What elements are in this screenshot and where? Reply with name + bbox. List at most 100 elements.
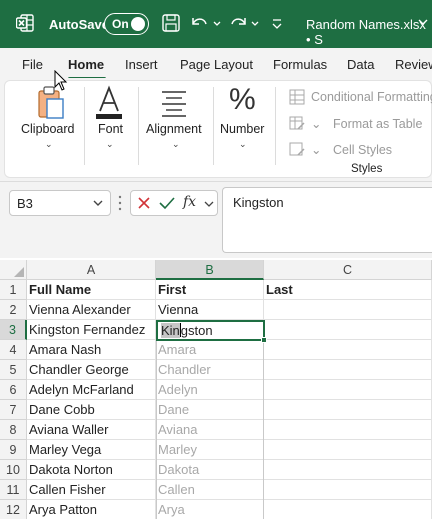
select-all-button[interactable] <box>0 260 27 280</box>
number-format-icon[interactable]: % <box>229 83 256 117</box>
cell-b1[interactable]: First <box>156 280 264 300</box>
chevron-down-icon[interactable] <box>208 12 230 34</box>
tab-file[interactable]: File <box>22 57 43 72</box>
conditional-formatting-icon <box>289 89 305 105</box>
cancel-icon[interactable] <box>137 196 151 210</box>
chevron-down-icon[interactable] <box>92 198 104 208</box>
column-header-c[interactable]: C <box>264 260 432 280</box>
cell-b2[interactable]: Vienna <box>156 300 264 320</box>
title-separator: • <box>306 32 311 47</box>
format-as-table-text: Format as Table <box>333 117 423 131</box>
more-options-icon[interactable] <box>117 194 123 212</box>
row-header[interactable]: 12 <box>0 500 27 519</box>
cell-a2[interactable]: Vienna Alexander <box>27 300 156 320</box>
customize-toolbar-icon[interactable] <box>266 12 288 34</box>
cell-styles-text: Cell Styles <box>333 143 393 157</box>
row-header[interactable]: 8 <box>0 420 27 440</box>
cell-c4[interactable] <box>264 340 432 360</box>
row-header[interactable]: 5 <box>0 360 27 380</box>
alignment-label[interactable]: Alignment <box>146 122 202 136</box>
conditional-formatting-label: Conditional Formatting <box>311 90 432 104</box>
worksheet-grid: A B C 1 Full Name First Last 2 Vienna Alexand… <box>0 258 432 519</box>
tab-formulas[interactable]: Formulas <box>273 57 327 72</box>
tab-data[interactable]: Data <box>347 57 374 72</box>
cell-a3[interactable]: Kingston Fernandez <box>27 320 156 340</box>
cell-a6[interactable]: Adelyn McFarland <box>27 380 156 400</box>
number-label[interactable]: Number <box>220 122 264 136</box>
cell-styles-label: Cell Styles ⌄ <box>311 143 393 157</box>
autosave-state: On <box>112 17 129 31</box>
toggle-knob <box>131 17 145 31</box>
cell-a5[interactable]: Chandler George <box>27 360 156 380</box>
enter-icon[interactable] <box>159 196 175 210</box>
tab-insert[interactable]: Insert <box>125 57 158 72</box>
undo-icon[interactable] <box>188 12 210 34</box>
chevron-down-icon[interactable]: ⌄ <box>106 139 114 150</box>
cell-c2[interactable] <box>264 300 432 320</box>
row-header[interactable]: 7 <box>0 400 27 420</box>
tab-page-layout[interactable]: Page Layout <box>180 57 253 72</box>
filename: Random Names.xlsx <box>306 17 426 32</box>
cell-a12[interactable]: Arya Patton <box>27 500 156 519</box>
group-divider <box>275 87 276 165</box>
cell-c7[interactable] <box>264 400 432 420</box>
chevron-down-icon[interactable]: ⌄ <box>45 139 53 150</box>
formula-value: Kingston <box>233 195 284 210</box>
cell-a1[interactable]: Full Name <box>27 280 156 300</box>
row-header[interactable]: 11 <box>0 480 27 500</box>
insert-function-icon[interactable]: fx <box>183 194 196 210</box>
row-header[interactable]: 1 <box>0 280 27 300</box>
cell-a4[interactable]: Amara Nash <box>27 340 156 360</box>
cell-c8[interactable] <box>264 420 432 440</box>
name-box-value: B3 <box>17 196 33 211</box>
chevron-down-icon[interactable]: ⌄ <box>239 139 247 150</box>
group-divider <box>213 87 214 165</box>
cell-c11[interactable] <box>264 480 432 500</box>
chevron-down-icon[interactable] <box>246 12 268 34</box>
row-header[interactable]: 6 <box>0 380 27 400</box>
formula-input[interactable]: Kingston <box>222 187 432 253</box>
active-cell-editor[interactable]: Kingston <box>156 320 265 341</box>
autosave-toggle[interactable]: On <box>104 13 149 35</box>
remaining-text: gston <box>180 323 213 338</box>
cell-c1[interactable]: Last <box>264 280 432 300</box>
clipboard-label[interactable]: Clipboard <box>21 122 75 136</box>
cell-c9[interactable] <box>264 440 432 460</box>
group-divider <box>138 87 139 165</box>
cell-styles-icon <box>289 142 305 156</box>
cell-c3[interactable] <box>264 320 432 340</box>
font-icon[interactable] <box>93 85 125 121</box>
column-header-b[interactable]: B <box>156 260 264 280</box>
row-header[interactable]: 2 <box>0 300 27 320</box>
column-header-a[interactable]: A <box>27 260 156 280</box>
save-icon[interactable] <box>160 12 182 34</box>
font-label[interactable]: Font <box>98 122 123 136</box>
chevron-down-icon[interactable] <box>416 15 430 29</box>
row-header[interactable]: 4 <box>0 340 27 360</box>
cell-a7[interactable]: Dane Cobb <box>27 400 156 420</box>
select-all-icon <box>14 267 24 277</box>
formula-bar: B3 fx Kingston <box>0 182 432 258</box>
cell-a11[interactable]: Callen Fisher <box>27 480 156 500</box>
row-header[interactable]: 9 <box>0 440 27 460</box>
name-box[interactable]: B3 <box>9 190 111 216</box>
row-header[interactable]: 10 <box>0 460 27 480</box>
cell-c5[interactable] <box>264 360 432 380</box>
cell-c6[interactable] <box>264 380 432 400</box>
active-cell-text: Kingston <box>161 322 213 339</box>
alignment-icon[interactable] <box>159 89 189 117</box>
tab-review[interactable]: Review <box>395 57 432 72</box>
document-title: Random Names.xlsx • S <box>306 17 432 47</box>
row-header[interactable]: 3 <box>0 320 27 340</box>
chevron-down-icon[interactable]: ⌄ <box>172 139 180 150</box>
cell-a10[interactable]: Dakota Norton <box>27 460 156 480</box>
cell-a9[interactable]: Marley Vega <box>27 440 156 460</box>
chevron-down-icon[interactable] <box>203 200 215 208</box>
formula-actions: fx <box>130 190 218 216</box>
cell-c10[interactable] <box>264 460 432 480</box>
cell-c12[interactable] <box>264 500 432 519</box>
cell-a8[interactable]: Aviana Waller <box>27 420 156 440</box>
fill-handle[interactable] <box>261 337 267 343</box>
tab-home[interactable]: Home <box>68 57 104 72</box>
ribbon-panel: Clipboard ⌄ Font ⌄ Alignment ⌄ % Number … <box>4 80 432 178</box>
